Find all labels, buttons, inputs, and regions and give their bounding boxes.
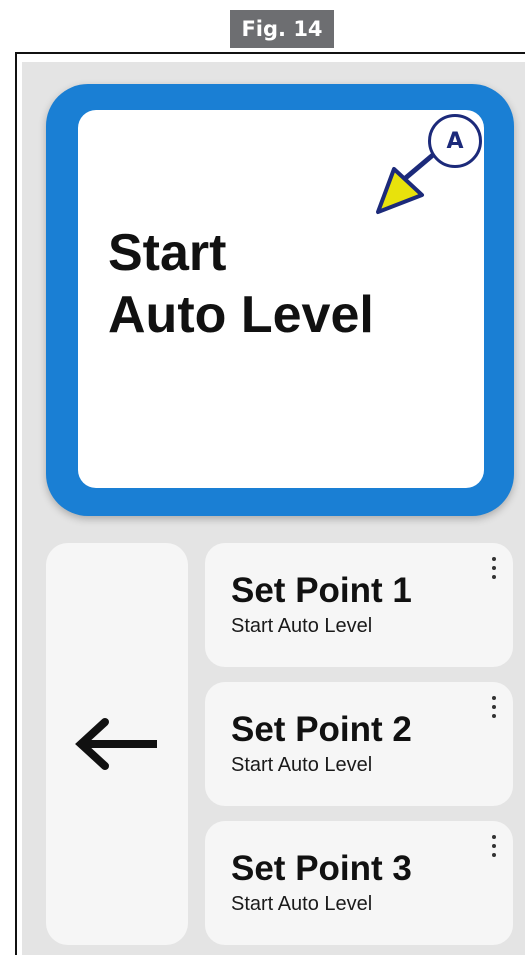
start-auto-level-label: Start Auto Level [108,222,374,346]
set-point-2-title: Set Point 2 [231,710,412,749]
set-point-3-subtitle: Start Auto Level [231,893,373,915]
start-auto-level-label-line2: Auto Level [108,286,374,344]
callout-badge: A [428,114,482,168]
set-point-1-menu-icon[interactable] [489,557,499,579]
set-point-1-title: Set Point 1 [231,571,412,610]
set-point-3-title: Set Point 3 [231,849,412,888]
set-point-3-menu-icon[interactable] [489,835,499,857]
figure-label: Fig. 14 [230,10,334,48]
set-point-2-card[interactable]: Set Point 2 Start Auto Level [205,682,513,806]
arrow-left-icon [75,718,157,770]
set-point-1-subtitle: Start Auto Level [231,615,373,637]
set-point-2-subtitle: Start Auto Level [231,754,373,776]
set-point-3-card[interactable]: Set Point 3 Start Auto Level [205,821,513,945]
set-point-2-menu-icon[interactable] [489,696,499,718]
set-point-1-card[interactable]: Set Point 1 Start Auto Level [205,543,513,667]
back-button[interactable] [46,543,188,945]
start-auto-level-label-line1: Start [108,224,227,282]
